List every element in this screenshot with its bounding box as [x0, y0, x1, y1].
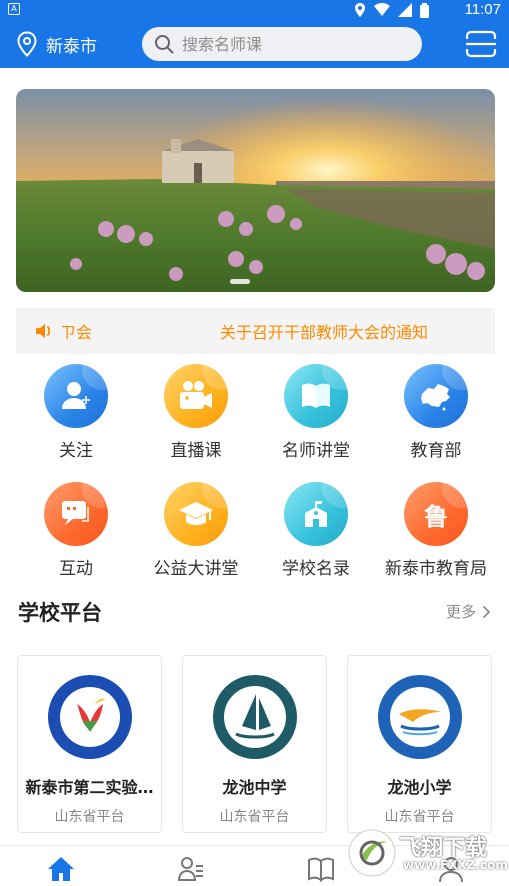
location-pin-icon [17, 31, 37, 57]
chat-bubble-icon [44, 482, 108, 546]
city-selector[interactable]: 新泰市 [16, 30, 97, 58]
carousel-indicator [230, 279, 250, 284]
app-notification-icon: A [8, 3, 20, 15]
china-map-icon [404, 364, 468, 428]
status-bar: A 11:07 [0, 0, 509, 20]
lu-character-icon: 鲁 [404, 482, 468, 546]
section-title: 学校平台 [18, 601, 102, 625]
signal-icon [398, 3, 412, 17]
grid-label: 新泰市教育局 [385, 559, 487, 579]
grid-item-teacher-lecture[interactable]: 名师讲堂 [256, 364, 376, 461]
school-platform: 山东省平台 [384, 809, 455, 825]
location-status-icon [355, 3, 365, 17]
lu-glyph: 鲁 [424, 502, 448, 531]
school-building-icon [284, 482, 348, 546]
school-name: 龙池小学 [387, 778, 452, 797]
status-icons [354, 2, 429, 18]
library-book-icon[interactable] [306, 854, 336, 884]
contacts-icon[interactable] [176, 854, 206, 884]
search-bar[interactable] [142, 27, 422, 61]
home-icon[interactable] [46, 854, 76, 884]
school-card[interactable]: 新泰市第二实验… 山东省平台 [17, 655, 162, 833]
grid-label: 互动 [59, 559, 93, 579]
more-link[interactable]: 更多 [446, 601, 491, 622]
scan-icon[interactable] [465, 30, 497, 58]
grid-label: 教育部 [410, 441, 462, 461]
grid-label: 学校名录 [282, 559, 350, 579]
school-name: 新泰市第二实验… [25, 778, 154, 797]
user-add-icon [44, 364, 108, 428]
city-name: 新泰市 [46, 36, 97, 57]
chevron-right-icon [482, 605, 491, 618]
grid-label: 关注 [59, 441, 93, 461]
grid-item-follow[interactable]: 关注 [16, 364, 136, 461]
school-card[interactable]: 龙池小学 山东省平台 [347, 655, 492, 833]
battery-icon [420, 2, 429, 18]
book-icon [284, 364, 348, 428]
school-platform: 山东省平台 [54, 809, 125, 825]
school-name: 龙池中学 [222, 778, 287, 797]
school-logo [377, 675, 462, 759]
grid-item-public-lecture[interactable]: 公益大讲堂 [136, 482, 256, 579]
wifi-icon [374, 3, 390, 16]
search-icon [155, 35, 174, 54]
watermark-url: www.FXXZ.com [403, 858, 508, 872]
banner-carousel[interactable] [16, 89, 495, 292]
school-logo [212, 675, 297, 759]
school-logo [47, 675, 132, 759]
grid-label: 公益大讲堂 [153, 559, 239, 579]
search-input[interactable] [182, 34, 402, 54]
grid-item-interaction[interactable]: 互动 [16, 482, 136, 579]
watermark-logo: 飞翔下载 www.FXXZ.com [347, 828, 508, 878]
school-card[interactable]: 龙池中学 山东省平台 [182, 655, 327, 833]
school-platform: 山东省平台 [219, 809, 290, 825]
grid-label: 名师讲堂 [282, 441, 350, 461]
grid-item-education-bureau[interactable]: 鲁 新泰市教育局 [376, 482, 496, 579]
video-camera-icon [164, 364, 228, 428]
graduation-cap-icon [164, 482, 228, 546]
banner-image [16, 89, 495, 292]
grid-item-live[interactable]: 直播课 [136, 364, 256, 461]
grid-item-ministry[interactable]: 教育部 [376, 364, 496, 461]
notice-tag: ⁠ㄗ会 [60, 323, 93, 342]
notice-message[interactable]: 关于召开干部教师大会的通知 [220, 319, 428, 343]
notice-bar[interactable]: ⁠ㄗ会 关于召开干部教师大会的通知 [16, 308, 495, 354]
app-bar: 新泰市 [0, 20, 509, 68]
more-label: 更多 [445, 603, 476, 621]
status-time: 11:07 [464, 1, 501, 18]
speaker-icon [36, 324, 51, 338]
grid-label: 直播课 [170, 441, 222, 461]
grid-item-school-directory[interactable]: 学校名录 [256, 482, 376, 579]
